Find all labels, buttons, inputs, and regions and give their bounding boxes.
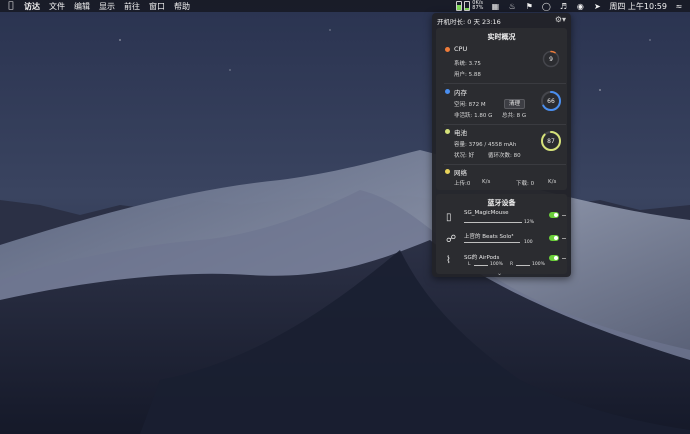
minus-icon[interactable] (562, 238, 566, 239)
stats-icon[interactable]: ▦ (490, 1, 500, 11)
memory-free: 空闲: 872 M (454, 102, 486, 108)
device-toggle[interactable] (549, 212, 559, 218)
system-monitor-panel: 开机时长: 0 天 23:16 ⚙▾ 实时概况 CPU 系统: 3.75 用户:… (432, 13, 571, 277)
cpu-bar-icon (464, 1, 471, 11)
cpu-title: CPU (454, 45, 468, 53)
device-toggle[interactable] (549, 255, 559, 261)
airpods-right-bar (516, 265, 530, 266)
uptime-text: 开机时长: 0 天 23:16 (437, 18, 501, 26)
headphones-icon: ☍ (446, 234, 457, 245)
clean-memory-button[interactable]: 清理 (504, 99, 526, 109)
battery-level-text: 12% (524, 220, 535, 225)
wifi-icon[interactable]: ≈ (674, 1, 684, 11)
location-icon[interactable]: ➤ (592, 1, 602, 11)
vpn-icon[interactable]: ◯ (541, 1, 551, 11)
memory-gauge: 66 (540, 90, 562, 112)
cpu-user: 用户: 5.88 (454, 72, 481, 78)
cpu-dot-icon (445, 47, 450, 52)
battery-level-bar (464, 242, 520, 243)
bluetooth-card: 蓝牙设备 ▯ SG_MagicMouse 12% ☍ 上官的 Beats Sol… (436, 194, 567, 274)
overview-card: 实时概况 CPU 系统: 3.75 用户: 5.88 9 内存 空闲: 872 … (436, 28, 567, 190)
divider (444, 164, 566, 165)
bell-icon[interactable]: ♨ (507, 1, 517, 11)
memory-gauge-value: 66 (547, 97, 555, 105)
battery-status: 状况: 好 (454, 153, 475, 159)
airpods-right-label: R (510, 262, 514, 267)
device-toggle[interactable] (549, 235, 559, 241)
network-dot-icon (445, 169, 450, 174)
menu-bar:  访达 文件 编辑 显示 前往 窗口 帮助 0K/s 87% ▦ ♨ ⚑ ◯ … (0, 0, 690, 12)
overview-title: 实时概况 (487, 33, 516, 41)
battery-gauge: 87 (540, 130, 562, 152)
menu-window[interactable]: 窗口 (149, 1, 165, 12)
desktop-wallpaper (0, 0, 690, 434)
network-download: 下载: 0 (516, 181, 535, 187)
minus-icon[interactable] (562, 258, 566, 259)
network-upload: 上传:0 (454, 181, 471, 187)
airpods-left-bar (474, 265, 488, 266)
menubar-clock[interactable]: 周四 上午10:59 (609, 1, 667, 12)
browser-icon[interactable]: ◉ (575, 1, 585, 11)
device-name: SG的 AirPods (464, 255, 500, 261)
panel-header: 开机时长: 0 天 23:16 ⚙▾ (432, 13, 571, 27)
airpods-left-value: 100% (490, 262, 503, 267)
memory-total: 总共: 8 G (502, 113, 527, 119)
battery-section: 电池 容量: 3796 / 4558 mAh 状况: 好 循环次数: 80 87 (436, 126, 567, 162)
bluetooth-title: 蓝牙设备 (487, 199, 516, 207)
menubar-status-area: 0K/s 87% ▦ ♨ ⚑ ◯ ♬ ◉ ➤ 周四 上午10:59 ≈ (456, 0, 684, 12)
mouse-icon: ▯ (446, 212, 452, 223)
menu-view[interactable]: 显示 (99, 1, 115, 12)
battery-percent-text: 87% (472, 5, 484, 11)
cpu-gauge-value: 9 (549, 55, 553, 63)
network-title: 网络 (454, 169, 467, 177)
gear-icon[interactable]: ⚙▾ (555, 15, 566, 24)
apple-icon[interactable]:  (4, 1, 18, 11)
divider (444, 124, 566, 125)
minus-icon[interactable] (562, 215, 566, 216)
menu-help[interactable]: 帮助 (174, 1, 190, 12)
volume-icon[interactable]: ♬ (558, 1, 568, 11)
cpu-system: 系统: 3.75 (454, 61, 481, 67)
battery-gauge-value: 87 (547, 137, 555, 145)
battery-dot-icon (445, 129, 450, 134)
memory-title: 内存 (454, 89, 467, 97)
network-upload-unit: K/s (482, 179, 491, 185)
menu-app-name[interactable]: 访达 (24, 1, 40, 12)
chevron-down-icon[interactable]: ⌄ (497, 270, 502, 277)
system-stats-widget[interactable]: 0K/s 87% (456, 1, 483, 11)
battery-level-text: 100 (524, 240, 533, 245)
memory-dot-icon (445, 89, 450, 94)
menu-file[interactable]: 文件 (49, 1, 65, 12)
device-name: 上官的 Beats Solo³ (464, 234, 514, 240)
battery-title: 电池 (454, 129, 467, 137)
divider (444, 83, 566, 84)
network-download-unit: K/s (548, 179, 557, 185)
device-name: SG_MagicMouse (464, 210, 509, 216)
airpods-left-label: L (468, 262, 471, 267)
menu-edit[interactable]: 编辑 (74, 1, 90, 12)
airpods-right-value: 100% (532, 262, 545, 267)
battery-cycles: 循环次数: 80 (488, 153, 521, 159)
memory-bar-icon (456, 1, 463, 11)
cpu-gauge: 9 (542, 50, 560, 68)
flag-icon[interactable]: ⚑ (524, 1, 534, 11)
airpods-icon: ⌇ (446, 255, 451, 266)
memory-inactive: 非活跃: 1.80 G (454, 113, 493, 119)
menu-go[interactable]: 前往 (124, 1, 140, 12)
battery-capacity: 容量: 3796 / 4558 mAh (454, 142, 517, 148)
cpu-section: CPU 系统: 3.75 用户: 5.88 9 (436, 44, 567, 80)
memory-section: 内存 空闲: 872 M 清理 非活跃: 1.80 G 总共: 8 G 66 (436, 86, 567, 122)
network-section: 网络 上传:0 K/s 下载: 0 K/s (436, 166, 567, 190)
battery-level-bar (464, 222, 522, 223)
